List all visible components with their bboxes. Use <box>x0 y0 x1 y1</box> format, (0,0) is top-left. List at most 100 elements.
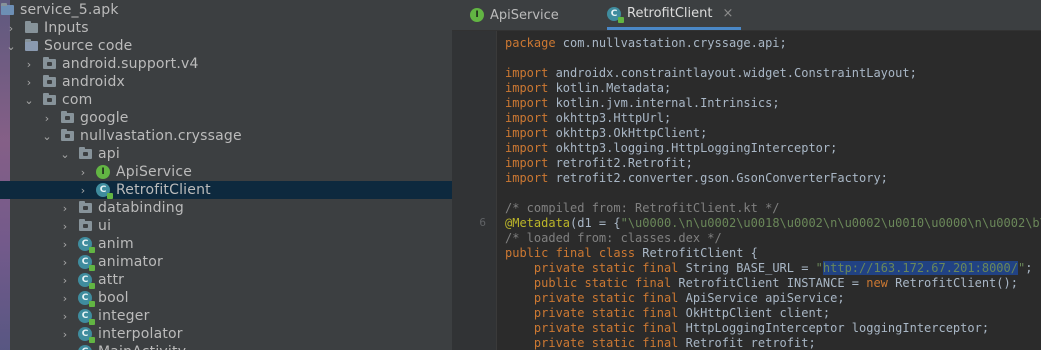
code-token: kotlin.jvm.internal.Intrinsics; <box>555 96 780 110</box>
chevron-right-icon[interactable]: › <box>58 238 72 251</box>
chevron-right-icon[interactable]: › <box>22 76 36 89</box>
chevron-right-icon[interactable]: › <box>58 256 72 269</box>
tree-node[interactable]: › C MainActivity <box>0 343 452 350</box>
code-token: "\u0000.\n\u0002\u0018\u0002\n\u0002\u00… <box>620 216 1041 230</box>
tree-node-label: RetrofitClient <box>116 182 211 198</box>
chevron-down-icon[interactable]: ⌄ <box>4 40 18 53</box>
chevron-right-icon[interactable]: › <box>4 22 18 35</box>
tab-apiservice[interactable]: I ApiService <box>470 0 567 30</box>
tree-node[interactable]: › androidx <box>0 73 452 91</box>
code-token: okhttp3.OkHttpClient; <box>555 126 708 140</box>
code-line: private static final OkHttpClient client… <box>505 306 830 321</box>
chevron-right-icon[interactable]: › <box>58 202 72 215</box>
tree-node-label: google <box>80 110 129 126</box>
chevron-right-icon[interactable]: › <box>58 220 72 233</box>
chevron-down-icon[interactable]: ⌄ <box>22 94 36 107</box>
code-token: okhttp3.HttpUrl; <box>555 111 672 125</box>
package-icon <box>78 219 92 233</box>
package-icon <box>78 147 92 161</box>
tree-node[interactable]: › Canimator <box>0 253 452 271</box>
tree-node[interactable]: › Cattr <box>0 271 452 289</box>
code-token: private static final <box>505 291 686 305</box>
chevron-right-icon[interactable]: › <box>58 328 72 341</box>
code-token: import <box>505 66 556 80</box>
interface-icon: I <box>470 8 484 22</box>
tree-node-label: attr <box>98 272 125 288</box>
tree-node[interactable]: › Cbool <box>0 289 452 307</box>
chevron-right-icon[interactable]: › <box>58 274 72 287</box>
chevron-down-icon[interactable]: ⌄ <box>58 148 72 161</box>
tree-node[interactable]: › Inputs <box>0 19 452 37</box>
code-token: kotlin.Metadata; <box>555 81 672 95</box>
tree-node-label: animator <box>98 254 163 270</box>
selected-url-text: http://163.172.67.201:8000/ <box>822 261 1018 275</box>
code-line: /* compiled from: RetrofitClient.kt */ <box>505 201 780 216</box>
code-token: retrofit2.Retrofit; <box>555 156 693 170</box>
code-token: RetrofitClient { <box>642 246 758 260</box>
tree-node[interactable]: › Canim <box>0 235 452 253</box>
code-line: @Metadata(d1 = {"\u0000.\n\u0002\u0018\u… <box>505 216 1041 231</box>
code-line: import androidx.constraintlayout.widget.… <box>505 66 917 81</box>
code-line: private static final ApiService apiServi… <box>505 291 845 306</box>
tab-retrofitclient[interactable]: C RetrofitClient × <box>607 0 742 30</box>
apk-icon <box>0 3 14 17</box>
code-token: Retrofit retrofit; <box>685 336 816 350</box>
tree-node[interactable]: service_5.apk <box>0 1 452 19</box>
code-token: import <box>505 111 556 125</box>
tree-node[interactable]: › databinding <box>0 199 452 217</box>
code-line: package com.nullvastation.cryssage.api; <box>505 36 787 51</box>
chevron-right-icon[interactable]: › <box>58 346 72 350</box>
package-icon <box>42 93 56 107</box>
tree-node[interactable]: › I ApiService <box>0 163 452 181</box>
tree-node-label: Source code <box>44 38 133 54</box>
code-line: /* loaded from: classes.dex */ <box>505 231 722 246</box>
code-line: public final class RetrofitClient { <box>505 246 758 261</box>
code-token: import <box>505 126 556 140</box>
class-icon: C <box>78 309 95 325</box>
code-token: retrofit2.converter.gson.GsonConverterFa… <box>555 171 888 185</box>
chevron-right-icon[interactable]: › <box>40 112 54 125</box>
package-icon <box>60 111 74 125</box>
code-token: ; <box>1025 261 1033 275</box>
tree-node-label: bool <box>98 290 129 306</box>
class-icon: C <box>78 291 95 307</box>
code-token: /* loaded from: classes.dex */ <box>505 231 722 245</box>
package-icon <box>60 129 74 143</box>
code-token: ApiService apiService; <box>685 291 845 305</box>
chevron-down-icon[interactable]: ⌄ <box>40 130 54 143</box>
code-token: okhttp3.logging.HttpLoggingInterceptor; <box>555 141 838 155</box>
chevron-right-icon[interactable]: › <box>22 58 36 71</box>
code-line: private static final Retrofit retrofit; <box>505 336 816 350</box>
code-editor[interactable]: package com.nullvastation.cryssage.api; i… <box>496 31 1041 350</box>
code-token: private static final <box>505 261 686 275</box>
tree-node[interactable]: › Cinterpolator <box>0 325 452 343</box>
tree-node[interactable]: ⌄ com <box>0 91 452 109</box>
code-line: private static final String BASE_URL = "… <box>505 261 1032 276</box>
class-icon: C <box>78 237 95 253</box>
code-token: String BASE_URL = <box>685 261 816 275</box>
tree-node[interactable]: › Cinteger <box>0 307 452 325</box>
line-number: 6 <box>479 216 486 229</box>
class-icon: C <box>78 345 92 350</box>
tree-node[interactable]: › google <box>0 109 452 127</box>
tree-node[interactable]: › android.support.v4 <box>0 55 452 73</box>
code-token: import <box>505 81 556 95</box>
chevron-right-icon[interactable]: › <box>76 166 90 179</box>
tree-node-label: interpolator <box>98 326 183 342</box>
code-line: import okhttp3.OkHttpClient; <box>505 126 707 141</box>
source-icon <box>24 39 38 53</box>
line-number-gutter <box>452 31 496 350</box>
tree-node-label: ui <box>98 218 112 234</box>
tree-node[interactable]: ⌄ api <box>0 145 452 163</box>
chevron-right-icon[interactable]: › <box>76 184 90 197</box>
code-token: private static final <box>505 321 686 335</box>
code-token: (d1 = { <box>570 216 621 230</box>
close-icon[interactable]: × <box>722 6 733 21</box>
tree-node[interactable]: › C RetrofitClient <box>0 181 452 199</box>
code-token: import <box>505 156 556 170</box>
chevron-right-icon[interactable]: › <box>58 292 72 305</box>
tree-node[interactable]: › ui <box>0 217 452 235</box>
tree-node[interactable]: ⌄ nullvastation.cryssage <box>0 127 452 145</box>
chevron-right-icon[interactable]: › <box>58 310 72 323</box>
tree-node[interactable]: ⌄ Source code <box>0 37 452 55</box>
